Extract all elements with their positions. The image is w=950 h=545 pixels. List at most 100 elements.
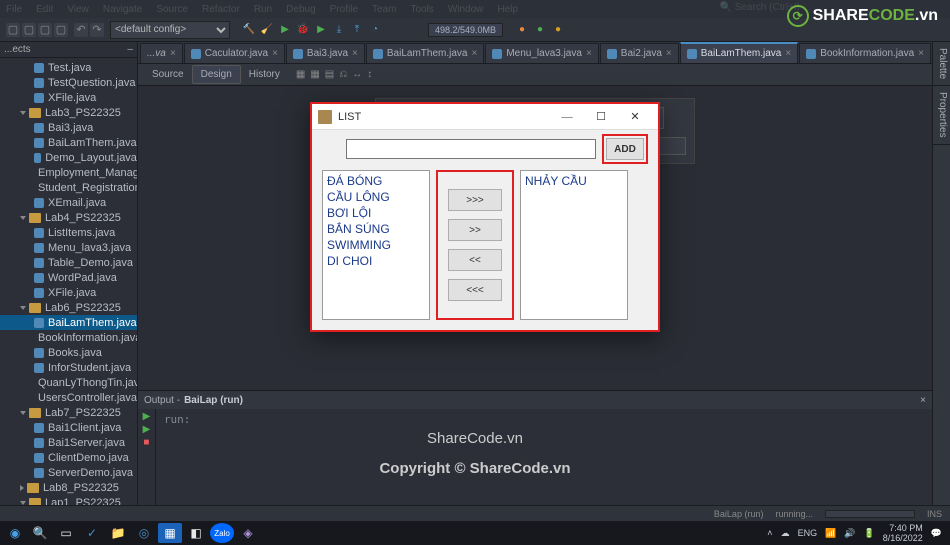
output-close-icon[interactable]: × [920,395,926,406]
tree-file-testquestion-java[interactable]: TestQuestion.java [0,75,137,90]
tree-file-bailamthem-java[interactable]: BaiLamThem.java [0,135,137,150]
list-item[interactable]: BẮN SÚNG [327,221,425,237]
editor-tab-menu_lava3-java[interactable]: Menu_lava3.java× [485,43,598,63]
tree-file-userscontroller-java[interactable]: UsersController.java [0,390,137,405]
tree-file-listitems-java[interactable]: ListItems.java [0,225,137,240]
tree-file-serverdemo-java[interactable]: ServerDemo.java [0,465,137,480]
debug-project-icon[interactable]: ⤓ [332,23,346,37]
popup-close-button[interactable]: ✕ [618,105,652,129]
menu-run[interactable]: Run [254,4,272,15]
taskbar-edge-icon[interactable]: ◎ [132,523,156,543]
taskbar-app-3[interactable]: ◧ [184,523,208,543]
menu-navigate[interactable]: Navigate [103,4,142,15]
t-icon-3[interactable]: ● [551,23,565,37]
tree-file-bai1client-java[interactable]: Bai1Client.java [0,420,137,435]
designer-icon-5[interactable]: ↔ [352,69,362,80]
tray-wifi-icon[interactable]: 📶 [825,528,836,539]
tree-file-demo_layout-java[interactable]: Demo_Layout.java [0,150,137,165]
move-button[interactable]: << [448,249,502,271]
tree-folder-lab7_ps22325[interactable]: Lab7_PS22325 [0,405,137,420]
new-file-icon[interactable]: ▢ [6,23,20,37]
debug-icon[interactable]: 🐞 [296,23,310,37]
history-view-button[interactable]: History [241,66,288,83]
run-config-select[interactable]: <default config> [110,21,230,39]
tree-file-student_registration-java[interactable]: Student_Registration.java [0,180,137,195]
designer-icon-4[interactable]: ⎌ [339,69,347,80]
menu-edit[interactable]: Edit [36,4,53,15]
list-item[interactable]: CẦU LÔNG [327,189,425,205]
designer-icon-6[interactable]: ↕ [367,69,372,80]
rerun2-icon[interactable]: ▶ [143,424,151,435]
tab-close-icon[interactable]: × [586,48,592,59]
tree-file-bookinformation-java[interactable]: BookInformation.java [0,330,137,345]
properties-tab[interactable]: Properties [933,86,950,145]
undo-icon[interactable]: ↶ [74,23,88,37]
run-icon[interactable]: ▶ [278,23,292,37]
tree-folder-lab6_ps22325[interactable]: Lab6_PS22325 [0,300,137,315]
designer-icon-2[interactable]: ▦ [310,69,319,80]
menu-source[interactable]: Source [156,4,188,15]
t-icon-1[interactable]: ● [515,23,529,37]
popup-titlebar[interactable]: LIST — ☐ ✕ [312,104,658,130]
designer-icon-1[interactable]: ▦ [296,69,305,80]
editor-tab-bai2-java[interactable]: Bai2.java× [600,43,679,63]
build-icon[interactable]: 🔨 [242,23,256,37]
attach-icon[interactable]: ⤒ [350,23,364,37]
tree-file-bai1server-java[interactable]: Bai1Server.java [0,435,137,450]
tree-file-employment_management-java[interactable]: Employment_Management.java [0,165,137,180]
tray-battery-icon[interactable]: 🔋 [864,528,875,539]
tree-file-quanlythongtin-java[interactable]: QuanLyThongTin.java [0,375,137,390]
tree-file-test-java[interactable]: Test.java [0,60,137,75]
designer-icon-3[interactable]: ▤ [325,69,334,80]
taskbar-taskview-icon[interactable]: ▭ [54,523,78,543]
popup-right-listbox[interactable]: NHẢY CẦU [520,170,628,320]
tray-clock[interactable]: 7:40 PM 8/16/2022 [883,523,923,543]
profile-icon[interactable]: ▶ [314,23,328,37]
editor-tab-caculator-java[interactable]: Caculator.java× [184,43,285,63]
editor-tab-bai3-java[interactable]: Bai3.java× [286,43,365,63]
list-item[interactable]: NHẢY CẦU [525,173,623,189]
tab-close-icon[interactable]: × [170,48,176,59]
tree-file-xemail-java[interactable]: XEmail.java [0,195,137,210]
menu-window[interactable]: Window [448,4,484,15]
palette-tab[interactable]: Palette [933,42,950,86]
move-button[interactable]: >> [448,219,502,241]
menu-refactor[interactable]: Refactor [202,4,240,15]
memory-indicator[interactable]: 498.2/549.0MB [428,23,503,37]
tree-file-table_demo-java[interactable]: Table_Demo.java [0,255,137,270]
tab-close-icon[interactable]: × [918,48,924,59]
taskbar-explorer-icon[interactable]: 📁 [106,523,130,543]
clean-build-icon[interactable]: 🧹 [260,23,274,37]
editor-tab--va[interactable]: ...va× [140,43,183,63]
menu-team[interactable]: Team [372,4,396,15]
design-view-button[interactable]: Design [192,65,241,84]
save-icon[interactable]: ▢ [54,23,68,37]
system-tray[interactable]: ˄ ☁ ENG 📶 🔊 🔋 7:40 PM 8/16/2022 💬 [767,523,946,543]
tree-file-inforstudent-java[interactable]: InforStudent.java [0,360,137,375]
tree-file-menu_lava3-java[interactable]: Menu_lava3.java [0,240,137,255]
taskbar-app-4[interactable]: ◈ [236,523,260,543]
taskbar-app-2[interactable]: ▦ [158,523,182,543]
menu-debug[interactable]: Debug [286,4,315,15]
tray-lang-icon[interactable]: ENG [798,528,818,538]
tray-volume-icon[interactable]: 🔊 [844,528,855,539]
menu-view[interactable]: View [67,4,89,15]
new-project-icon[interactable]: ▢ [22,23,36,37]
stop-icon[interactable]: ■ [143,437,149,448]
open-icon[interactable]: ▢ [38,23,52,37]
tree-file-bailamthem-java[interactable]: BaiLamThem.java [0,315,137,330]
tree-file-xfile-java[interactable]: XFile.java [0,90,137,105]
popup-add-button[interactable]: ADD [606,138,644,160]
tab-close-icon[interactable]: × [272,48,278,59]
tab-close-icon[interactable]: × [666,48,672,59]
sidebar-minimize-icon[interactable]: – [127,44,133,55]
tray-chevron-icon[interactable]: ˄ [767,528,772,538]
tree-file-books-java[interactable]: Books.java [0,345,137,360]
project-tree[interactable]: Test.javaTestQuestion.javaXFile.javaLab3… [0,58,137,505]
tree-file-clientdemo-java[interactable]: ClientDemo.java [0,450,137,465]
move-button[interactable]: >>> [448,189,502,211]
tray-notifications-icon[interactable]: 💬 [931,528,942,539]
tab-close-icon[interactable]: × [785,48,791,59]
profile-project-icon[interactable]: ◔ [368,23,382,37]
popup-maximize-button[interactable]: ☐ [584,105,618,129]
